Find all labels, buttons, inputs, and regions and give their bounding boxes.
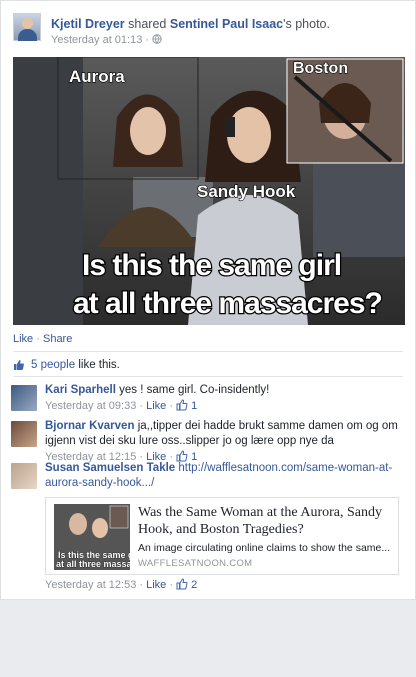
thumb-caption-2: at all three massacr (56, 559, 130, 569)
link-preview-description: An image circulating online claims to sh… (138, 542, 391, 554)
post-meta: Yesterday at 01:13 · (51, 34, 162, 46)
comment-like-count[interactable]: 2 (191, 579, 197, 591)
thumbs-up-icon (14, 360, 24, 370)
post-timestamp[interactable]: Yesterday at 01:13 (51, 34, 142, 46)
comment: Susan Samuelsen Takle http://wafflesatno… (11, 461, 405, 677)
like-link[interactable]: Like (13, 333, 33, 345)
caption-line-2: at all three massacres? (73, 287, 382, 320)
link-preview-card[interactable]: Is this the same gi at all three massacr… (45, 497, 399, 575)
link-preview-thumbnail: Is this the same gi at all three massacr (54, 504, 130, 570)
comment-time[interactable]: Yesterday at 09:33 (45, 400, 136, 412)
shared-suffix: 's photo. (283, 17, 330, 31)
comment-meta: Yesterday at 12:53 · Like · 2 (45, 578, 198, 591)
commenter-name[interactable]: Kari Sparhell (45, 384, 116, 396)
comment-like-link[interactable]: Like (146, 400, 166, 412)
author-name[interactable]: Kjetil Dreyer (51, 17, 125, 31)
comment-like-count[interactable]: 1 (191, 400, 197, 412)
likes-count[interactable]: 5 people (31, 359, 75, 371)
author-avatar[interactable] (13, 13, 41, 41)
post-actions: Like · Share (13, 333, 72, 345)
comment-like-link[interactable]: Like (146, 579, 166, 591)
link-preview-title[interactable]: Was the Same Woman at the Aurora, Sandy … (138, 504, 390, 538)
shared-from-name[interactable]: Sentinel Paul Isaac (170, 17, 283, 31)
comment-text: yes ! same girl. Co-insidently! (119, 384, 270, 396)
thumbs-up-icon (176, 399, 188, 411)
comment-time[interactable]: Yesterday at 12:53 (45, 579, 136, 591)
label-sandy-hook: Sandy Hook (197, 182, 296, 201)
divider (13, 351, 403, 352)
commenter-avatar[interactable] (11, 421, 37, 447)
link-preview-site: WAFFLESATNOON.COM (138, 558, 253, 569)
globe-icon (152, 34, 162, 44)
commenter-avatar[interactable] (11, 385, 37, 411)
actions-dot: · (36, 333, 40, 345)
share-link[interactable]: Share (43, 333, 72, 345)
post-header: Kjetil Dreyer shared Sentinel Paul Isaac… (13, 13, 405, 53)
commenter-name[interactable]: Susan Samuelsen Takle (45, 462, 175, 474)
post-card: Kjetil Dreyer shared Sentinel Paul Isaac… (0, 0, 416, 600)
commenter-name[interactable]: Bjornar Kvarven (45, 420, 134, 432)
label-boston: Boston (293, 60, 348, 77)
shared-photo[interactable]: Aurora Boston Sandy Hook Is this the sam… (13, 57, 405, 325)
likes-suffix: like this. (78, 359, 120, 371)
comment: Kari Sparhell yes ! same girl. Co-inside… (11, 383, 405, 419)
comment-meta: Yesterday at 09:33 · Like · 1 (45, 399, 198, 412)
caption-line-1: Is this the same girl (82, 249, 341, 282)
commenter-avatar[interactable] (11, 463, 37, 489)
label-aurora: Aurora (69, 67, 125, 86)
post-headline: Kjetil Dreyer shared Sentinel Paul Isaac… (51, 17, 330, 31)
meta-dot: · (145, 34, 150, 46)
thumbs-up-icon (176, 578, 188, 590)
divider (13, 376, 403, 377)
action-text: shared (128, 17, 167, 31)
likes-summary: 5 people like this. (13, 359, 120, 371)
